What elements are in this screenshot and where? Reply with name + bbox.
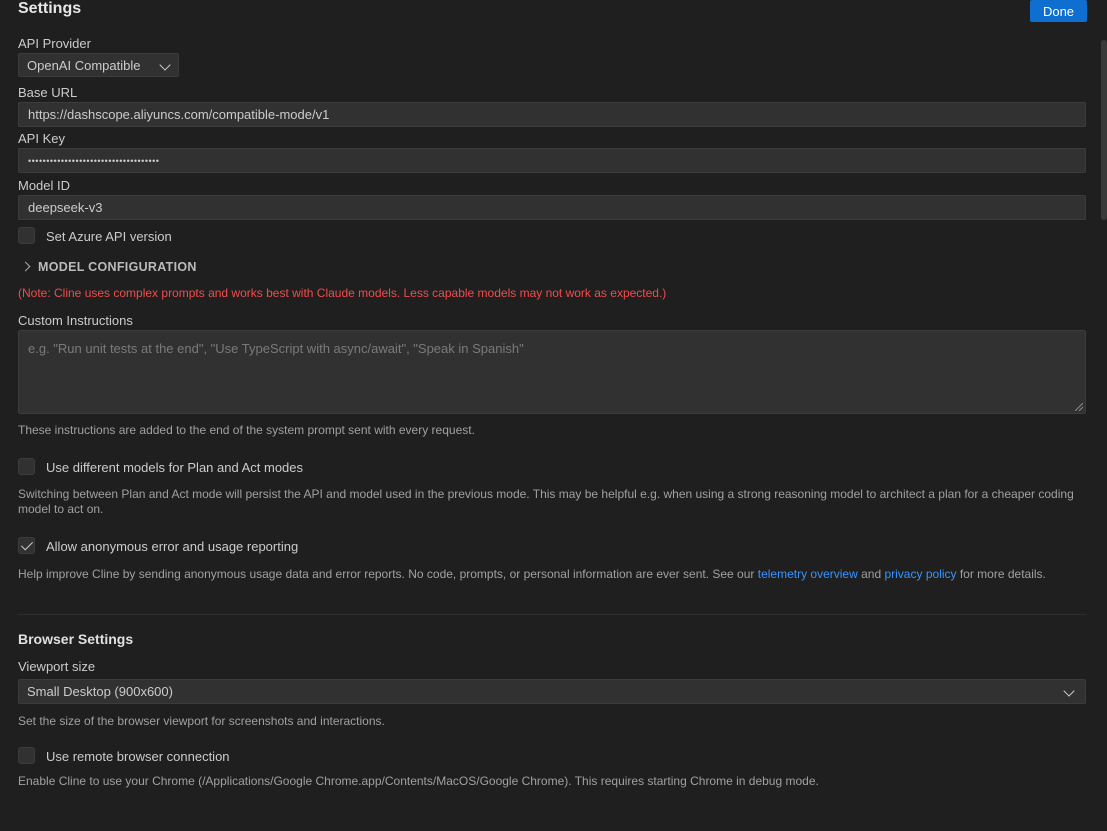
resize-grip-icon[interactable] [1075,403,1083,411]
azure-label: Set Azure API version [46,229,172,244]
section-divider [18,614,1086,615]
telemetry-desc-text: Help improve Cline by sending anonymous … [18,567,758,581]
remote-browser-label: Use remote browser connection [46,749,230,764]
viewport-size-label: Viewport size [18,659,96,674]
api-provider-select[interactable]: OpenAI Compatible [18,53,179,77]
viewport-size-select[interactable]: Small Desktop (900x600) [18,679,1086,704]
chevron-right-icon [20,261,31,272]
viewport-size-value: Small Desktop (900x600) [27,684,173,699]
telemetry-label: Allow anonymous error and usage reportin… [46,539,299,554]
base-url-input[interactable]: https://dashscope.aliyuncs.com/compatibl… [18,102,1086,127]
viewport-size-desc: Set the size of the browser viewport for… [18,714,385,728]
chevron-down-icon [1063,685,1075,697]
model-id-input[interactable]: deepseek-v3 [18,195,1086,220]
telemetry-desc-and: and [857,567,885,581]
plan-act-label: Use different models for Plan and Act mo… [46,460,304,475]
custom-instructions-textarea[interactable]: e.g. "Run unit tests at the end", "Use T… [18,330,1086,414]
model-note: (Note: Cline uses complex prompts and wo… [18,286,667,300]
chevron-down-icon [159,59,171,71]
plan-act-desc: Switching between Plan and Act mode will… [18,487,1074,516]
page-title: Settings [18,0,82,17]
azure-checkbox[interactable] [18,227,35,244]
api-provider-label: API Provider [18,36,91,51]
remote-browser-desc: Enable Cline to use your Chrome (/Applic… [18,774,819,788]
custom-instructions-label: Custom Instructions [18,313,133,328]
api-key-input[interactable]: •••••••••••••••••••••••••••••••••••• [18,148,1086,173]
telemetry-checkbox[interactable] [18,537,35,554]
custom-instructions-placeholder: e.g. "Run unit tests at the end", "Use T… [28,341,524,356]
privacy-policy-link[interactable]: privacy policy [884,567,956,581]
scrollbar[interactable] [1101,40,1107,220]
done-button[interactable]: Done [1030,0,1087,22]
telemetry-desc: Help improve Cline by sending anonymous … [18,567,1083,582]
telemetry-overview-link[interactable]: telemetry overview [758,567,858,581]
remote-browser-checkbox[interactable] [18,747,35,764]
model-config-label[interactable]: MODEL CONFIGURATION [38,260,197,274]
api-key-label: API Key [18,131,65,146]
model-id-label: Model ID [18,178,71,193]
browser-settings-title: Browser Settings [18,631,134,647]
base-url-label: Base URL [18,85,78,100]
plan-act-checkbox[interactable] [18,458,35,475]
check-icon [20,538,34,551]
telemetry-desc-end: for more details. [956,567,1046,581]
model-config-toggle[interactable] [20,261,31,272]
custom-instructions-desc: These instructions are added to the end … [18,423,475,437]
api-provider-value: OpenAI Compatible [27,57,141,73]
